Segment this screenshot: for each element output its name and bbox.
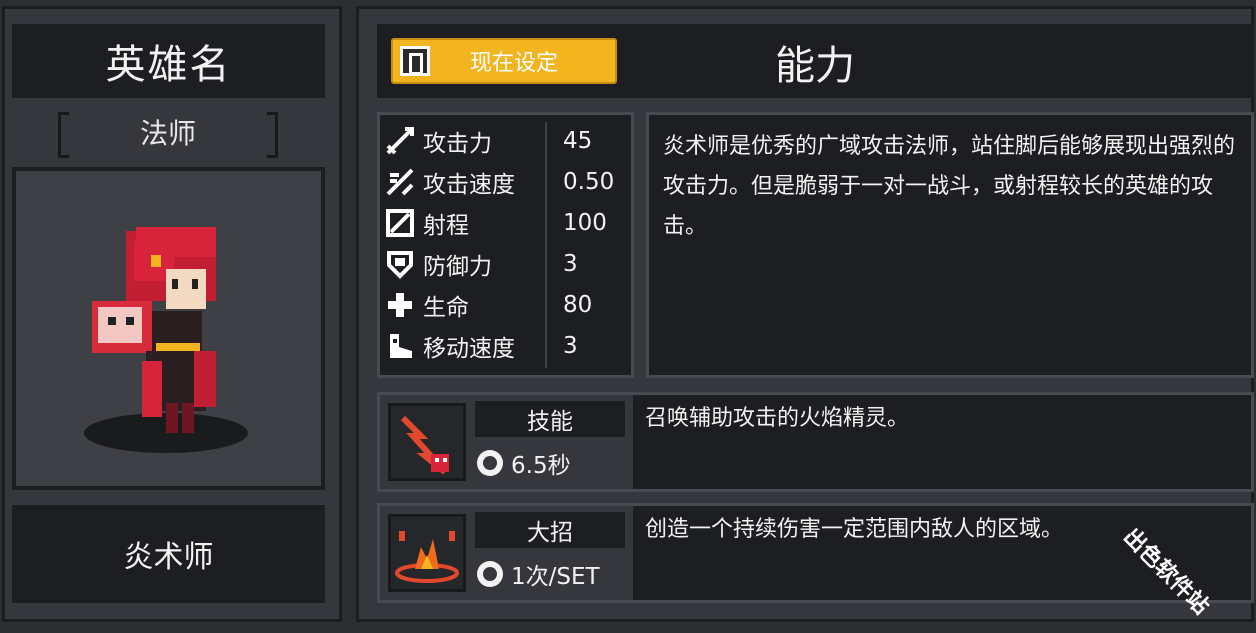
ultimate-cooldown-value: 1次/SET — [511, 564, 600, 590]
class-label-box: 法师 — [58, 112, 278, 158]
hero-description: 炎术师是优秀的广域攻击法师，站住脚后能够展现出强烈的攻击力。但是脆弱于一对一战斗… — [646, 112, 1254, 378]
shield-icon — [387, 251, 413, 279]
stat-row-attack: 攻击力 45 — [385, 121, 625, 161]
skill-cooldown: 6.5秒 — [475, 441, 625, 485]
stat-value: 45 — [563, 128, 593, 154]
skill-name: 技能 — [475, 401, 625, 437]
fire-spirit-icon — [388, 403, 466, 481]
stat-label: 射程 — [423, 213, 469, 239]
cooldown-icon — [477, 450, 503, 476]
stat-label: 攻击速度 — [423, 172, 515, 198]
health-cross-icon — [388, 293, 412, 317]
stat-row-move-speed: 移动速度 3 — [385, 326, 625, 366]
stat-row-attack-speed: 攻击速度 0.50 — [385, 162, 625, 202]
left-bracket — [58, 112, 69, 158]
stat-label: 攻击力 — [423, 131, 492, 157]
stat-label: 防御力 — [423, 254, 492, 280]
attack-speed-icon — [386, 168, 414, 196]
hero-portrait — [12, 167, 325, 490]
right-bracket — [267, 112, 278, 158]
skill-row: 技能 6.5秒 召唤辅助攻击的火焰精灵。 — [377, 392, 1254, 492]
stat-row-defense: 防御力 3 — [385, 244, 625, 284]
ultimate-cooldown: 1次/SET — [475, 552, 625, 596]
stat-row-range: 射程 100 — [385, 203, 625, 243]
skill-cooldown-value: 6.5秒 — [511, 453, 571, 479]
stat-label: 生命 — [423, 295, 469, 321]
stat-value: 80 — [563, 292, 593, 318]
stat-value: 3 — [563, 333, 578, 359]
sword-icon — [386, 127, 414, 155]
range-icon — [386, 209, 414, 237]
set-icon — [400, 46, 430, 76]
fire-zone-icon — [388, 514, 466, 592]
stat-row-health: 生命 80 — [385, 285, 625, 325]
hero-sprite — [84, 227, 248, 453]
stat-value: 3 — [563, 251, 578, 277]
hero-name-heading: 英雄名 — [12, 24, 325, 98]
cooldown-icon — [477, 561, 503, 587]
ultimate-name: 大招 — [475, 512, 625, 548]
stat-value: 0.50 — [563, 169, 615, 195]
stat-value: 100 — [563, 210, 607, 236]
skill-description: 召唤辅助攻击的火焰精灵。 — [633, 395, 1251, 489]
stat-label: 移动速度 — [423, 336, 515, 362]
ability-title: 能力 — [775, 43, 855, 89]
class-label: 法师 — [139, 117, 196, 150]
boot-icon — [390, 334, 412, 358]
set-now-label: 现在设定 — [469, 51, 558, 76]
hero-name: 炎术师 — [12, 505, 325, 603]
set-now-button[interactable]: 现在设定 — [391, 38, 617, 84]
